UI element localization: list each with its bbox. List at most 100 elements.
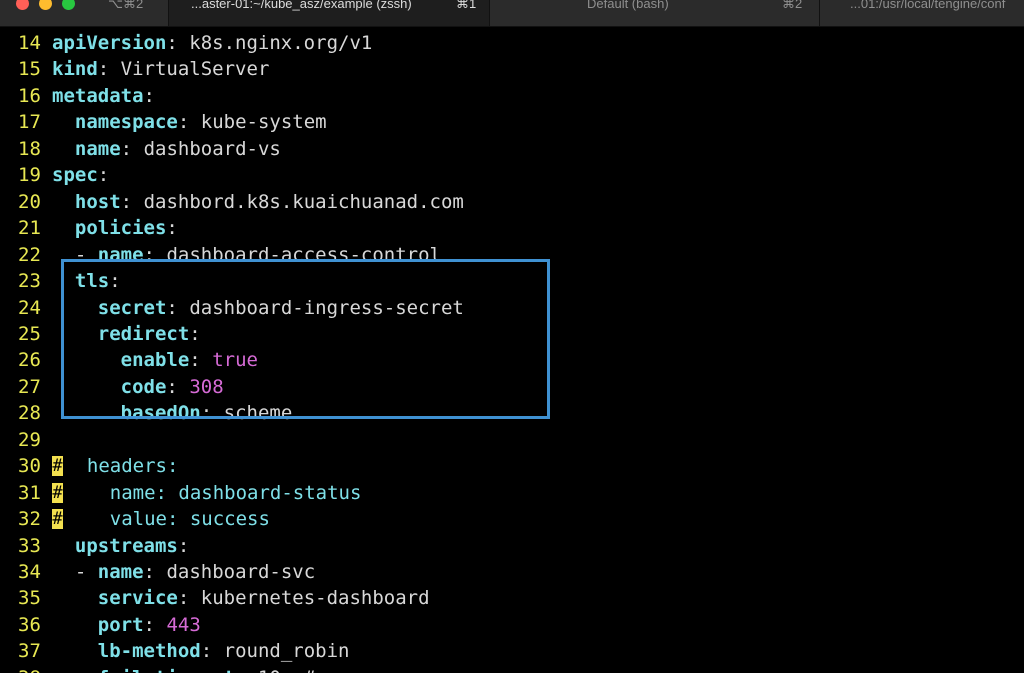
line-number: 18	[18, 137, 41, 160]
line-number: 38	[18, 665, 41, 673]
line-content: service: kubernetes-dashboard	[97, 587, 430, 610]
line-number: 23	[18, 270, 41, 293]
line-content: kind: VirtualServer	[52, 58, 270, 81]
line-number: 25	[18, 322, 41, 345]
line-number: 24	[18, 296, 41, 319]
line-number: 22	[18, 243, 41, 266]
tab-shortcut: ⌥⌘2	[108, 0, 144, 11]
terminal-window: ⌥⌘2 ...aster-01:~/kube_asz/example (zssh…	[0, 0, 1024, 673]
line-content: apiVersion: k8s.nginx.org/v1	[52, 32, 373, 54]
yaml-key: spec	[52, 164, 98, 187]
line-number: 21	[18, 217, 41, 240]
yaml-key: lb-method	[97, 640, 201, 663]
yaml-value: round_robin	[223, 640, 350, 663]
line-number: 27	[18, 375, 41, 398]
line-number: 37	[18, 640, 41, 663]
code-line: 19 spec:	[0, 162, 1024, 188]
tab-0[interactable]: ⌥⌘2	[100, 0, 160, 26]
yaml-key: apiVersion	[52, 32, 167, 54]
code-line: 38 fail-timeout: 10s # ...	[0, 665, 1024, 673]
yaml-key: name	[97, 561, 144, 583]
line-number: 30	[18, 455, 41, 478]
line-number: 35	[18, 587, 41, 610]
code-line: 31 # name: dashboard-status	[0, 480, 1024, 506]
line-number: 31	[18, 481, 41, 504]
yaml-key: service	[97, 587, 178, 610]
code-line: 14 apiVersion: k8s.nginx.org/v1	[0, 30, 1024, 56]
yaml-value: kube-system	[200, 111, 327, 134]
yaml-key: namespace	[74, 111, 178, 134]
line-content: namespace: kube-system	[74, 111, 327, 134]
highlight-box	[61, 259, 550, 419]
tab-tengine-conf[interactable]: ...01:/usr/local/tengine/conf	[820, 0, 1024, 26]
code-line: 17 namespace: kube-system	[0, 109, 1024, 135]
yaml-value: dashboard-svc	[166, 561, 316, 583]
line-number: 36	[18, 613, 41, 636]
comment-text: headers:	[64, 455, 179, 478]
line-number: 33	[18, 534, 41, 557]
line-content: upstreams:	[74, 534, 190, 557]
yaml-value: 10s # ...	[258, 667, 361, 673]
minimize-icon[interactable]	[39, 0, 52, 10]
close-icon[interactable]	[16, 0, 29, 10]
tab-shortcut: ⌘2	[782, 0, 803, 11]
tab-bar: ⌥⌘2 ...aster-01:~/kube_asz/example (zssh…	[0, 0, 1024, 27]
tab-title: ...01:/usr/local/tengine/conf	[850, 0, 1006, 11]
comment-marker: #	[52, 509, 63, 530]
line-content: name: dashboard-vs	[74, 137, 281, 160]
code-line: 30 # headers:	[0, 453, 1024, 479]
line-number: 34	[18, 561, 41, 583]
line-number: 17	[18, 111, 41, 134]
tab-title: Default (bash)	[587, 0, 669, 11]
line-number: 29	[18, 428, 41, 451]
code-line: 20 host: dashbord.k8s.kuaichuanad.com	[0, 189, 1024, 215]
code-line: 18 name: dashboard-vs	[0, 136, 1024, 162]
yaml-value: kubernetes-dashboard	[200, 587, 430, 610]
code-line: 36 port: 443	[0, 612, 1024, 638]
yaml-key: name	[74, 137, 121, 160]
yaml-value: dashboard-vs	[143, 137, 281, 160]
comment-text: name: dashboard-status	[64, 481, 362, 504]
line-number: 14	[18, 32, 41, 54]
tab-title: ...aster-01:~/kube_asz/example (zssh)	[191, 0, 412, 11]
code-line: 15 kind: VirtualServer	[0, 56, 1024, 82]
yaml-key: port	[97, 613, 144, 636]
maximize-icon[interactable]	[62, 0, 75, 10]
yaml-key: kind	[52, 58, 98, 81]
code-line: 21 policies:	[0, 215, 1024, 241]
line-number: 15	[18, 58, 41, 81]
comment-marker: #	[52, 456, 63, 477]
line-number: 19	[18, 164, 41, 187]
line-content: policies:	[74, 217, 178, 240]
code-line: 32 # value: success	[0, 506, 1024, 532]
line-number: 16	[18, 84, 41, 107]
line-number: 26	[18, 349, 41, 372]
yaml-key: policies	[74, 217, 167, 240]
line-number: 32	[18, 508, 41, 531]
yaml-key: fail-timeout	[98, 667, 235, 673]
yaml-value: VirtualServer	[120, 58, 270, 81]
tab-active[interactable]: ...aster-01:~/kube_asz/example (zssh) ⌘1	[168, 0, 490, 26]
line-content: metadata:	[52, 84, 155, 107]
tab-shortcut: ⌘1	[456, 0, 477, 11]
code-line: 35 service: kubernetes-dashboard	[0, 585, 1024, 611]
yaml-value: dashbord.k8s.kuaichuanad.com	[143, 190, 464, 213]
line-content: lb-method: round_robin	[97, 640, 350, 663]
line-content: - name: dashboard-svc	[52, 561, 316, 583]
tab-default-bash[interactable]: Default (bash) ⌘2	[489, 0, 820, 26]
code-line: 29	[0, 427, 1024, 453]
comment-text: value: success	[64, 508, 270, 531]
line-content: spec:	[52, 164, 110, 187]
line-number: 20	[18, 190, 41, 213]
yaml-key: host	[74, 190, 121, 213]
yaml-key: metadata	[52, 84, 144, 107]
line-content: fail-timeout: 10s # ...	[52, 665, 361, 673]
code-line: 34 - name: dashboard-svc	[0, 559, 1024, 585]
line-content: port: 443	[97, 613, 201, 636]
line-content: host: dashbord.k8s.kuaichuanad.com	[74, 190, 464, 213]
comment-marker: #	[52, 482, 63, 503]
yaml-key: upstreams	[74, 534, 178, 557]
code-line: 16 metadata:	[0, 83, 1024, 109]
code-line: 33 upstreams:	[0, 533, 1024, 559]
line-number: 28	[18, 402, 41, 425]
